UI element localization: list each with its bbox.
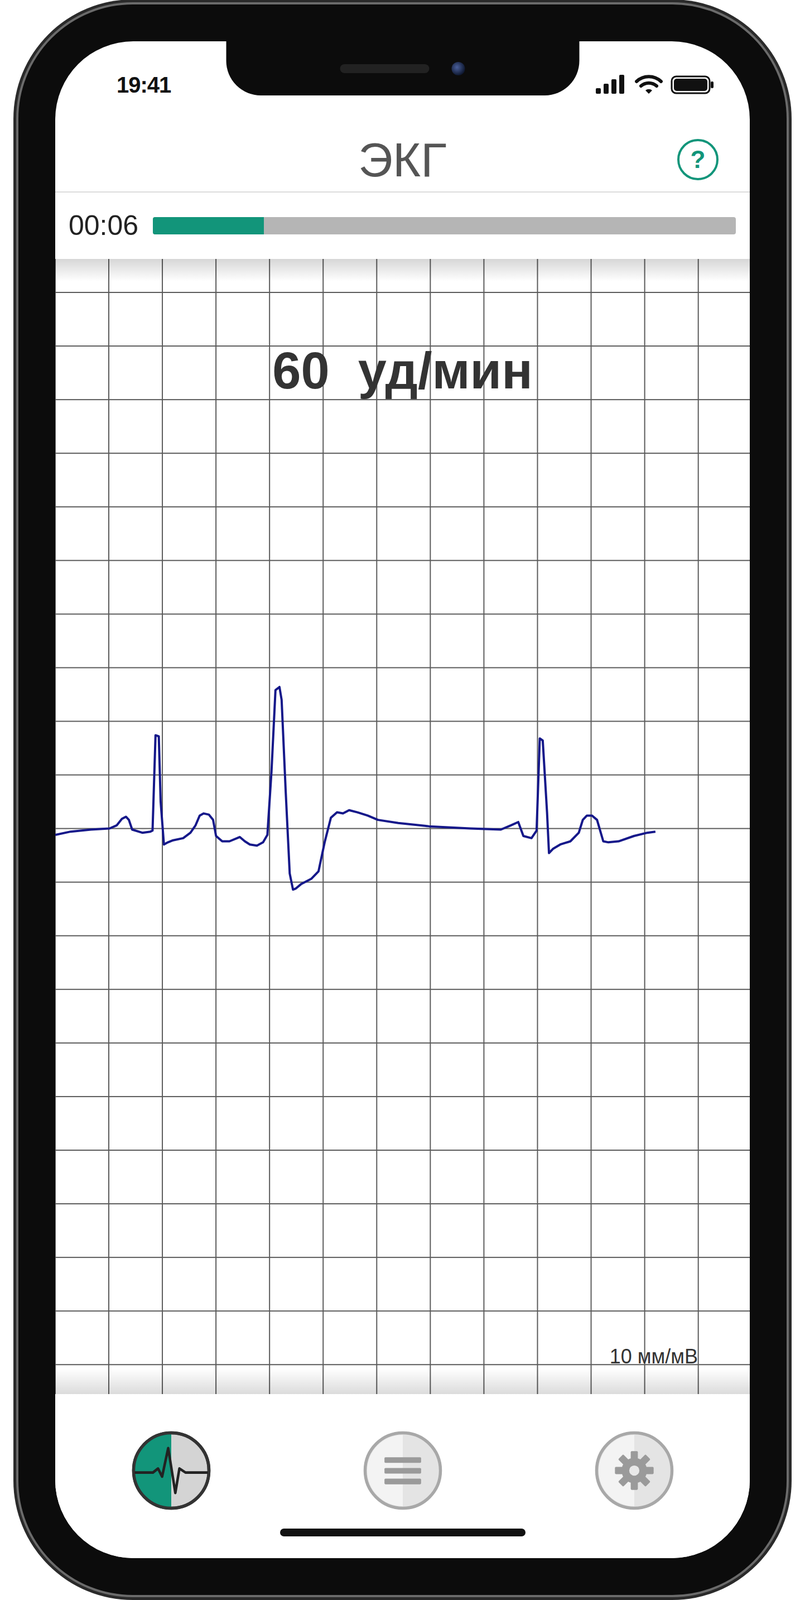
tab-button[interactable]	[286, 1429, 519, 1511]
home-indicator	[280, 1527, 526, 1536]
elapsed-time: 00:06	[68, 210, 139, 241]
notch	[225, 41, 580, 96]
status-icons	[595, 74, 716, 95]
clock: 19:41	[116, 68, 171, 102]
signal-icon	[595, 74, 628, 95]
ecg-trace	[55, 686, 656, 890]
scale-label: 10 мм/мВ	[609, 1343, 698, 1368]
ecg-icon	[130, 1429, 212, 1511]
recording-progress: 00:06	[55, 192, 750, 259]
ecg-chart: 60 уд/мин 10 мм/мВ	[55, 258, 750, 1394]
speaker-icon	[340, 64, 430, 74]
tab-bar	[55, 1393, 750, 1558]
ecg-trace-canvas	[55, 258, 750, 1394]
help-button[interactable]: ?	[677, 138, 719, 181]
tab-button[interactable]	[55, 1429, 287, 1511]
progress-track	[152, 217, 736, 235]
phone-frame: 19:41 ЭКГ ? 00:06 60 уд/мин 10 мм/мВ	[18, 4, 787, 1595]
progress-fill	[152, 217, 264, 235]
phone-screen: 19:41 ЭКГ ? 00:06 60 уд/мин 10 мм/мВ	[55, 41, 750, 1558]
camera-icon	[451, 61, 466, 76]
header: ЭКГ ?	[55, 127, 750, 193]
settings-icon	[593, 1429, 676, 1511]
heart-rate: 60 уд/мин	[55, 342, 750, 399]
battery-fill	[673, 78, 708, 91]
tab-button[interactable]	[518, 1429, 750, 1511]
battery-icon	[670, 74, 716, 95]
list-icon	[362, 1429, 444, 1511]
wifi-icon	[634, 74, 663, 95]
screen-title: ЭКГ	[358, 133, 447, 187]
